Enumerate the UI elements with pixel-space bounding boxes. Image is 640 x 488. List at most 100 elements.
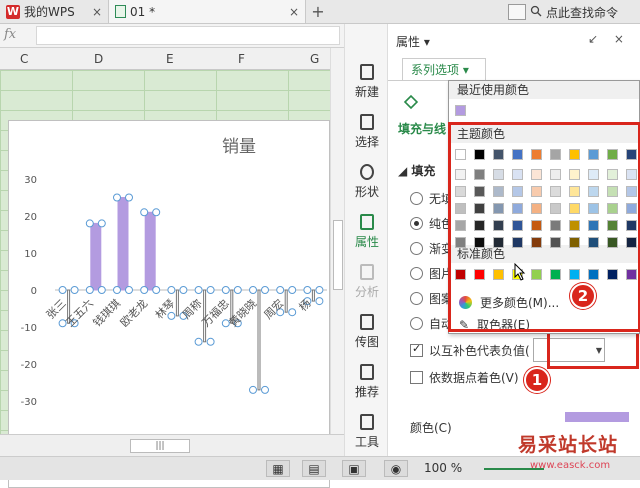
- chart-object[interactable]: 销量 30 20 10 0 -10 -20 -30 张三 王五六 钱琪琪 欧老龙 林琴 周称 万福忠 黄晓晓周…: [8, 120, 330, 488]
- category-label: 周宏: [261, 296, 286, 321]
- radio-picture-fill[interactable]: 图片: [410, 265, 453, 282]
- selection-handle: [113, 193, 121, 202]
- chart-title: 销量: [222, 137, 256, 157]
- selection-handle: [249, 385, 257, 394]
- radio-pattern-fill[interactable]: 图案: [410, 290, 453, 307]
- side-tool-label: 工具: [354, 435, 379, 449]
- selection-handle: [261, 385, 269, 394]
- column-header-cell[interactable]: F: [238, 52, 245, 66]
- color-label: 颜色(C): [410, 421, 452, 435]
- grid-view-icon: ▦: [272, 461, 284, 476]
- invert-if-negative-checkbox[interactable]: 以互补色代表负值(: [410, 342, 530, 359]
- radio-icon: [410, 317, 423, 330]
- category-label: 杨: [296, 296, 314, 314]
- side-tool-shape[interactable]: 形状: [345, 164, 389, 200]
- y-tick-label: 20: [24, 212, 37, 223]
- y-tick-label: 0: [31, 286, 37, 297]
- cursor-icon: [360, 114, 374, 130]
- column-header-cell[interactable]: D: [94, 52, 103, 66]
- panel-controls[interactable]: ↙ ×: [588, 32, 630, 46]
- bar: [90, 222, 102, 291]
- reading-mode-icon: ◉: [390, 461, 402, 476]
- fill-line-tab[interactable]: 填充与线: [398, 120, 446, 137]
- selection-handle: [97, 286, 106, 294]
- tab-bar: W 我的WPS × 01 * × + 点此查找命令: [0, 0, 640, 24]
- fill-bucket-icon: [402, 94, 420, 113]
- selection-handle: [288, 286, 297, 294]
- selection-handle: [125, 193, 133, 202]
- side-tool-label: 分析: [354, 285, 379, 299]
- zoom-level[interactable]: 100 %: [424, 461, 462, 475]
- scrollbar-thumb[interactable]: [333, 220, 343, 290]
- radio-auto-fill[interactable]: 自动: [410, 315, 453, 332]
- selection-handle: [167, 286, 176, 294]
- side-tool-analyze[interactable]: 分析: [345, 264, 389, 300]
- reading-mode-button[interactable]: ◉: [384, 460, 408, 477]
- y-tick-label: 30: [24, 175, 37, 186]
- side-tool-tools[interactable]: 工具: [345, 414, 389, 450]
- radio-icon: [410, 292, 423, 305]
- color-swatch[interactable]: [455, 105, 466, 116]
- upload-image-icon: [360, 314, 374, 330]
- fx-icon[interactable]: fx: [4, 27, 16, 42]
- selection-handle: [152, 286, 161, 294]
- close-icon[interactable]: ×: [289, 5, 299, 19]
- panel-title[interactable]: 属性 ▾: [396, 33, 430, 50]
- radio-gradient-fill[interactable]: 渐变: [410, 240, 453, 257]
- horizontal-scrollbar[interactable]: |||: [0, 434, 344, 456]
- checkbox-label: 以互补色代表负值(: [429, 344, 530, 358]
- vertical-scrollbar[interactable]: [330, 48, 344, 456]
- selection-handle: [97, 219, 106, 228]
- fill-section-header[interactable]: ◢ 填充: [398, 162, 435, 179]
- layout-icon: ▣: [348, 461, 360, 476]
- formula-input[interactable]: [36, 26, 340, 45]
- selection-handle: [221, 286, 230, 294]
- side-tool-recommend[interactable]: 推荐: [345, 364, 389, 400]
- window-layout-icon[interactable]: [508, 4, 526, 20]
- selection-handle: [70, 286, 79, 294]
- side-tool-upload[interactable]: 传图: [345, 314, 389, 350]
- column-header-cell[interactable]: C: [20, 52, 28, 66]
- chart-svg[interactable]: 销量3020100-10-20-30张三王五六钱琪琪欧老龙 林琴 周称万福忠黄晓晓周…: [9, 121, 331, 437]
- series-options-tab[interactable]: 系列选项 ▾: [402, 58, 486, 80]
- close-icon[interactable]: ×: [92, 5, 102, 19]
- bar: [284, 289, 288, 313]
- tab-my-wps[interactable]: W 我的WPS ×: [0, 0, 108, 23]
- y-tick-label: 10: [24, 249, 37, 260]
- side-tool-properties[interactable]: 属性: [345, 214, 389, 250]
- side-tool-new[interactable]: 新建: [345, 64, 389, 100]
- toolbox-icon: [360, 414, 374, 430]
- tab-my-wps-label: 我的WPS: [24, 5, 75, 19]
- command-search-input[interactable]: 点此查找命令: [544, 2, 640, 22]
- selection-handle: [140, 286, 149, 294]
- selection-handle: [179, 286, 188, 294]
- normal-view-button[interactable]: ▦: [266, 460, 290, 477]
- side-toolbar: 新建 选择 形状 属性 分析 传图 推荐 工具: [344, 24, 388, 456]
- bar: [117, 197, 129, 291]
- tab-document[interactable]: 01 * ×: [108, 0, 306, 23]
- page-break-view-button[interactable]: ▤: [302, 460, 326, 477]
- scrollbar-thumb[interactable]: |||: [130, 439, 190, 453]
- radio-icon: [410, 192, 423, 205]
- new-tab-button[interactable]: +: [306, 0, 330, 23]
- side-tool-select[interactable]: 选择: [345, 114, 389, 150]
- selection-handle: [288, 308, 297, 317]
- watermark-url: www.easck.com: [530, 460, 611, 471]
- checkbox-label: 依数据点着色(V): [429, 371, 519, 385]
- vary-colors-checkbox[interactable]: 依数据点着色(V): [410, 369, 519, 386]
- bar: [257, 289, 261, 391]
- layout-view-button[interactable]: ▣: [342, 460, 366, 477]
- column-header-cell[interactable]: G: [310, 52, 319, 66]
- selection-handle: [315, 297, 324, 306]
- fill-color-swatch[interactable]: [565, 412, 629, 422]
- column-header-cell[interactable]: E: [166, 52, 174, 66]
- y-tick-label: -10: [21, 323, 37, 334]
- selection-handle: [303, 286, 312, 294]
- radio-solid-fill[interactable]: 纯色: [410, 215, 453, 232]
- tab-document-label: 01 *: [130, 4, 156, 19]
- sheet-grid[interactable]: 销量 30 20 10 0 -10 -20 -30 张三 王五六 钱琪琪 欧老龙 林琴 周称 万福忠 黄晓晓周…: [0, 70, 330, 488]
- selection-handle: [206, 286, 215, 294]
- recommend-icon: [360, 364, 374, 380]
- selection-handle: [85, 286, 94, 294]
- radio-no-fill[interactable]: 无填: [410, 190, 453, 207]
